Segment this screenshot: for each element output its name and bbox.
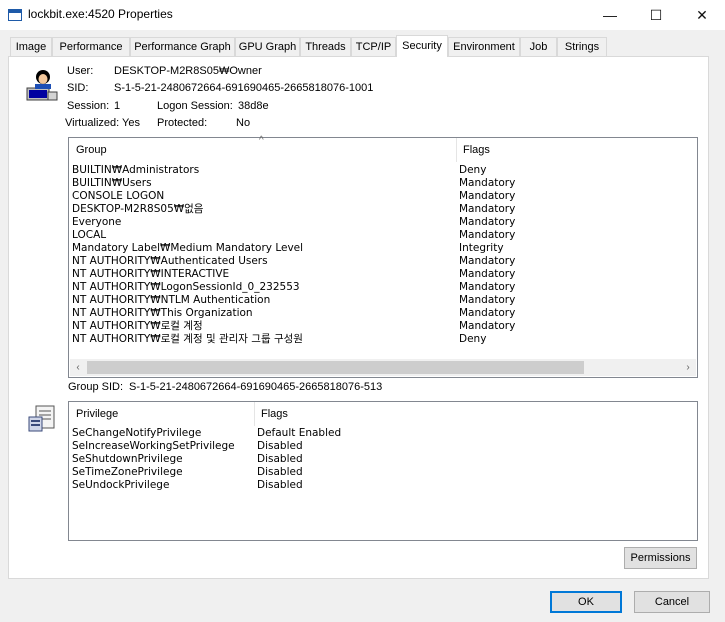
flags-column-header[interactable]: Flags	[463, 138, 490, 162]
group-name: LOCAL	[72, 229, 107, 241]
document-certificate-icon	[28, 405, 55, 432]
sid-value: S-1-5-21-2480672664-691690465-2665818076…	[114, 82, 374, 94]
group-sid-label: Group SID:	[68, 381, 124, 393]
tab-performance[interactable]: Performance	[52, 37, 130, 56]
scrollbar-thumb[interactable]	[87, 361, 584, 374]
group-name: NT AUTHORITY₩This Organization	[72, 307, 253, 319]
privilege-flags: Disabled	[257, 440, 303, 452]
sid-label: SID:	[67, 82, 89, 94]
tab-threads[interactable]: Threads	[300, 37, 351, 56]
privilege-name: SeTimeZonePrivilege	[72, 466, 183, 478]
maximize-button[interactable]: ☐	[633, 0, 679, 30]
group-flags: Mandatory	[459, 255, 516, 267]
virtualized-value: Yes	[122, 117, 140, 129]
minimize-button[interactable]: —	[587, 0, 633, 30]
group-flags: Deny	[459, 164, 487, 176]
group-flags: Mandatory	[459, 307, 516, 319]
column-divider[interactable]	[254, 402, 255, 426]
group-sid-value: S-1-5-21-2480672664-691690465-2665818076…	[129, 381, 383, 393]
group-name: Everyone	[72, 216, 122, 228]
tab-job[interactable]: Job	[520, 37, 557, 56]
group-name: BUILTIN₩Administrators	[72, 164, 200, 176]
tab-performance-graph[interactable]: Performance Graph	[130, 37, 235, 56]
session-value: 1	[114, 100, 121, 112]
session-label: Session:	[67, 100, 110, 112]
logon-session-label: Logon Session:	[157, 100, 233, 112]
privilege-flags: Disabled	[257, 453, 303, 465]
groups-list[interactable]: Group ^ Flags BUILTIN₩Administrators Deny…	[68, 135, 698, 378]
group-flags: Mandatory	[459, 268, 516, 280]
privilege-column-header[interactable]: Privilege	[76, 402, 118, 426]
user-label: User:	[67, 65, 94, 77]
horizontal-scrollbar[interactable]: ‹ ›	[70, 359, 696, 376]
group-name: BUILTIN₩Users	[72, 177, 152, 189]
privileges-list[interactable]: Privilege Flags SeChangeNotifyPrivilege D…	[68, 401, 698, 541]
group-flags: Deny	[459, 333, 487, 345]
group-flags: Mandatory	[459, 177, 516, 189]
tab-tcpip[interactable]: TCP/IP	[351, 37, 396, 56]
group-name: NT AUTHORITY₩INTERACTIVE	[72, 268, 230, 280]
privilege-flags: Default Enabled	[257, 427, 342, 439]
privilege-name: SeIncreaseWorkingSetPrivilege	[72, 440, 235, 452]
group-name: NT AUTHORITY₩로컬 계정 및 관리자 그룹 구성원	[72, 333, 303, 345]
group-flags: Integrity	[459, 242, 504, 254]
group-flags: Mandatory	[459, 216, 516, 228]
group-name: NT AUTHORITY₩Authenticated Users	[72, 255, 268, 267]
privilege-name: SeUndockPrivilege	[72, 479, 170, 491]
group-flags: Mandatory	[459, 229, 516, 241]
logon-session-value: 38d8e	[238, 100, 269, 112]
group-column-header[interactable]: Group	[76, 138, 107, 162]
privilege-flags: Disabled	[257, 479, 303, 491]
group-flags: Mandatory	[459, 281, 516, 293]
privilege-flags: Disabled	[257, 466, 303, 478]
privilege-name: SeShutdownPrivilege	[72, 453, 183, 465]
tab-image[interactable]: Image	[10, 37, 52, 56]
column-divider[interactable]	[456, 138, 457, 162]
tab-strings[interactable]: Strings	[557, 37, 607, 56]
privilege-name: SeChangeNotifyPrivilege	[72, 427, 202, 439]
scroll-right-icon[interactable]: ›	[682, 361, 694, 374]
group-name: CONSOLE LOGON	[72, 190, 165, 202]
user-at-computer-icon	[26, 70, 58, 101]
protected-value: No	[236, 117, 251, 129]
tab-environment[interactable]: Environment	[448, 37, 520, 56]
scroll-left-icon[interactable]: ‹	[72, 361, 84, 374]
privilege-flags-column-header[interactable]: Flags	[261, 402, 288, 426]
group-name: NT AUTHORITY₩LogonSessionId_0_232553	[72, 281, 300, 293]
ok-button[interactable]: OK	[550, 591, 622, 613]
group-name: Mandatory Label₩Medium Mandatory Level	[72, 242, 304, 254]
group-flags: Mandatory	[459, 203, 516, 215]
window-icon	[8, 9, 22, 21]
group-name: NT AUTHORITY₩로컬 계정	[72, 320, 203, 332]
protected-label: Protected:	[157, 117, 208, 129]
tab-security[interactable]: Security	[396, 35, 448, 57]
close-button[interactable]: ✕	[679, 0, 725, 30]
user-value: DESKTOP-M2R8S05₩Owner	[114, 65, 262, 77]
group-name: DESKTOP-M2R8S05₩없음	[72, 203, 204, 215]
cancel-button[interactable]: Cancel	[634, 591, 710, 613]
virtualized-label: Virtualized:	[65, 117, 120, 129]
group-flags: Mandatory	[459, 190, 516, 202]
group-flags: Mandatory	[459, 320, 516, 332]
group-flags: Mandatory	[459, 294, 516, 306]
group-name: NT AUTHORITY₩NTLM Authentication	[72, 294, 271, 306]
sort-ascending-icon: ^	[259, 135, 264, 146]
window-title: lockbit.exe:4520 Properties	[28, 7, 173, 21]
tab-gpu-graph[interactable]: GPU Graph	[235, 37, 300, 56]
permissions-button[interactable]: Permissions	[624, 547, 697, 569]
title-bar[interactable]: lockbit.exe:4520 Properties — ☐ ✕	[0, 0, 725, 30]
